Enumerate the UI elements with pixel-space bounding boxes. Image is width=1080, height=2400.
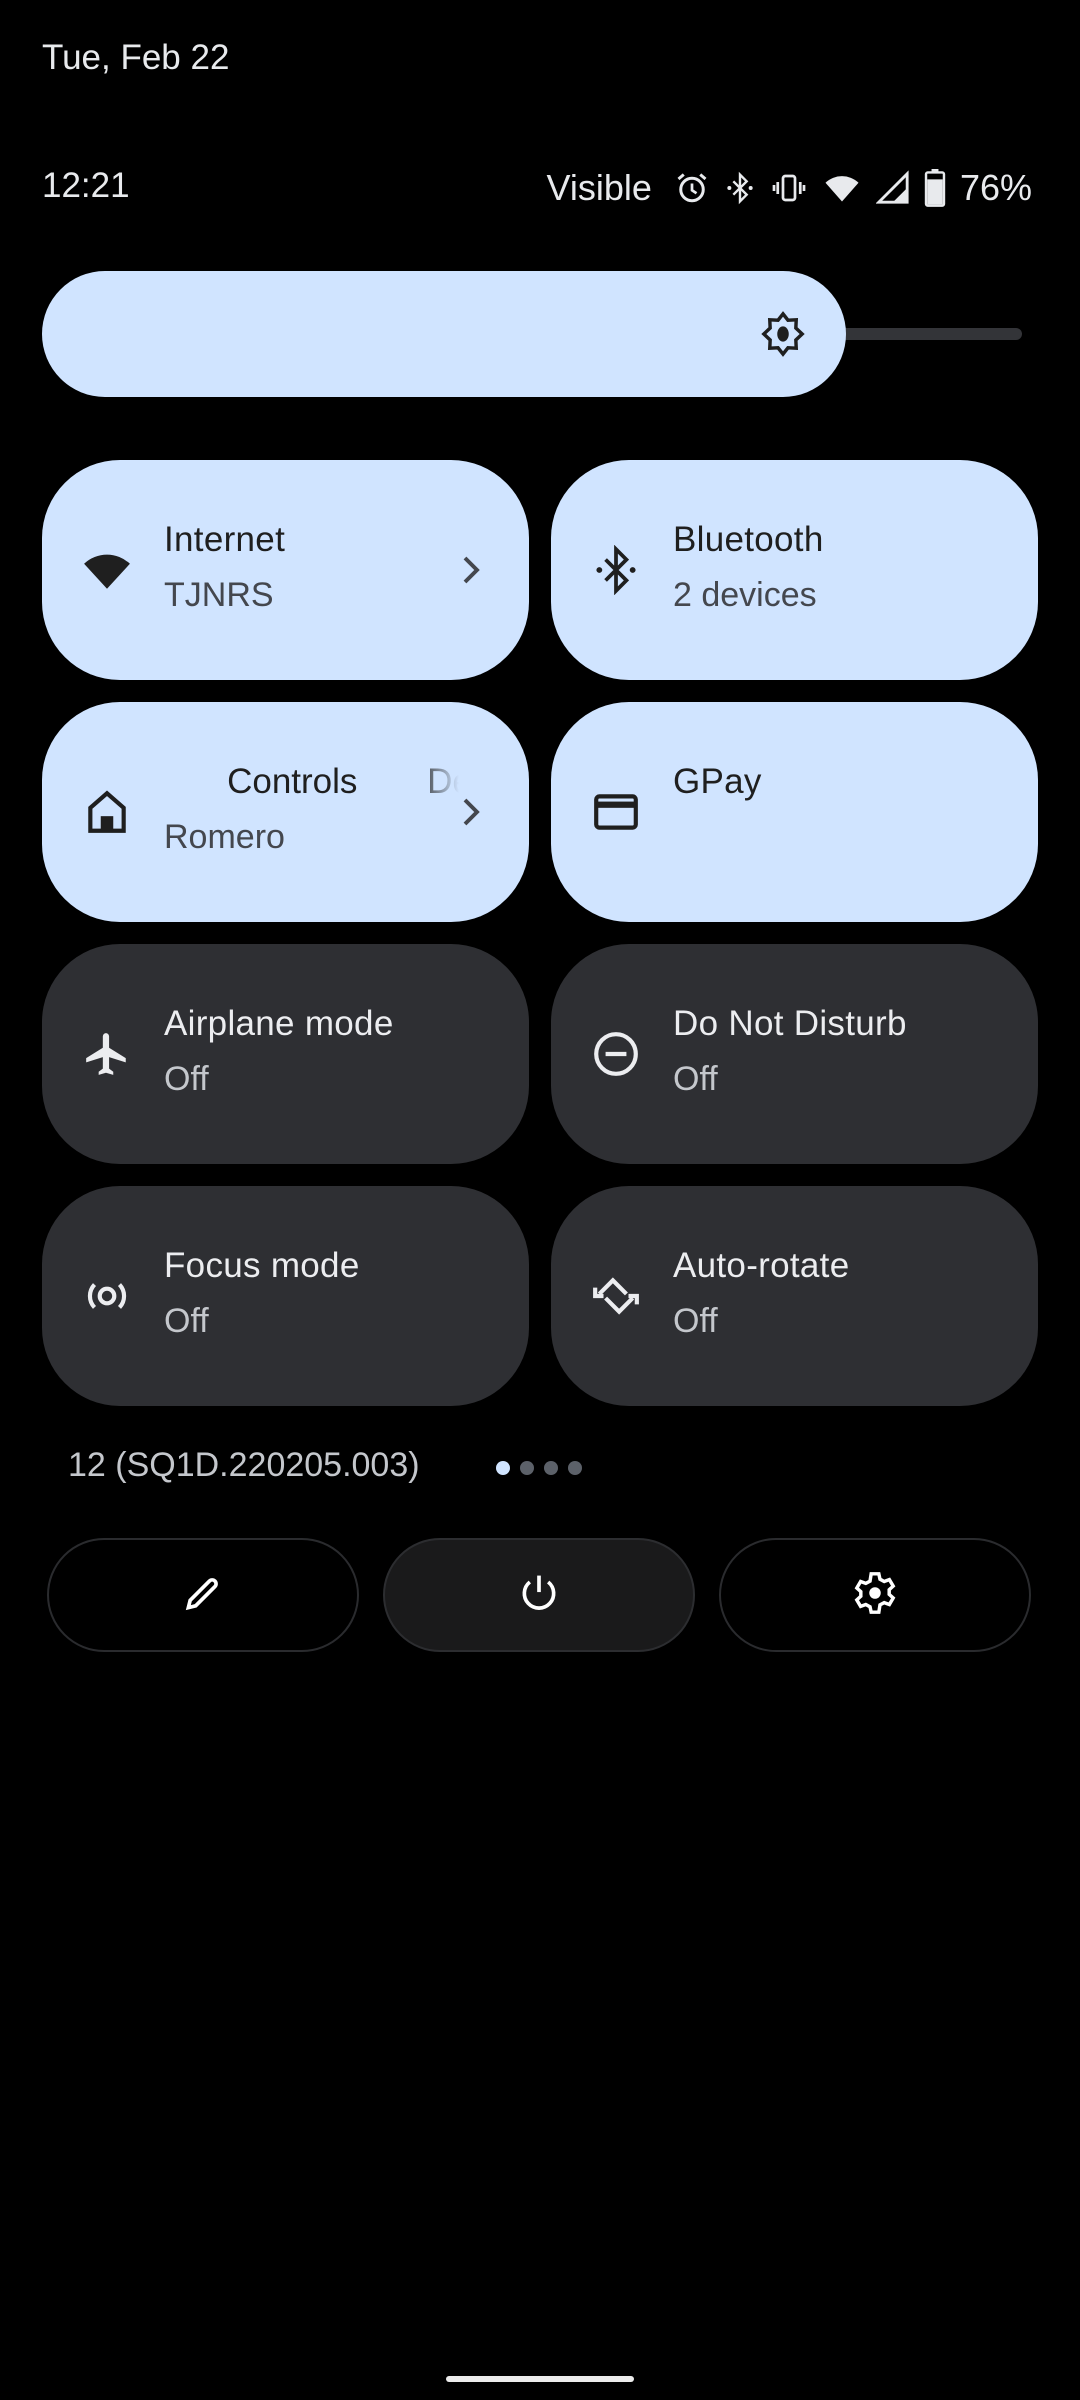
tile-label: Internet (164, 520, 286, 559)
power-button[interactable] (383, 1538, 695, 1652)
tile-internet[interactable]: Internet TJNRS (42, 460, 529, 680)
edit-button[interactable] (47, 1538, 359, 1652)
tile-subtitle: Off (164, 1060, 209, 1098)
chevron-right-icon[interactable] (453, 552, 489, 588)
tile-subtitle: 2 devices (673, 576, 817, 614)
brightness-fill[interactable] (42, 271, 846, 397)
page-indicator (496, 1461, 582, 1475)
home-icon (82, 787, 132, 837)
brightness-slider[interactable] (42, 271, 1062, 397)
page-dot[interactable] (520, 1461, 534, 1475)
tile-focus-mode[interactable]: Focus mode Off (42, 1186, 529, 1406)
status-bar-icons: Visible 76% (547, 160, 1032, 216)
brightness-icon (760, 311, 806, 357)
tile-home-controls[interactable]: Home Controls Devices Romero (42, 702, 529, 922)
power-icon (517, 1571, 561, 1620)
tile-label: Focus mode (164, 1246, 360, 1285)
page-dot-active[interactable] (496, 1461, 510, 1475)
date-label: Tue, Feb 22 (42, 38, 230, 77)
tile-subtitle: TJNRS (164, 576, 274, 614)
bluetooth-icon (591, 544, 641, 596)
page-dot[interactable] (568, 1461, 582, 1475)
tile-airplane-mode[interactable]: Airplane mode Off (42, 944, 529, 1164)
focus-mode-icon (82, 1271, 132, 1321)
tile-subtitle: Romero (164, 818, 285, 856)
page-dot[interactable] (544, 1461, 558, 1475)
alarm-icon (674, 170, 710, 206)
pencil-icon (181, 1571, 225, 1620)
tile-auto-rotate[interactable]: Auto-rotate Off (551, 1186, 1038, 1406)
vibrate-icon (770, 170, 808, 206)
gesture-nav-handle[interactable] (446, 2376, 634, 2382)
tile-gpay[interactable]: GPay (551, 702, 1038, 922)
tile-subtitle: Off (164, 1302, 209, 1340)
auto-rotate-icon (591, 1271, 641, 1321)
build-number[interactable]: 12 (SQ1D.220205.003) (68, 1446, 420, 1485)
settings-button[interactable] (719, 1538, 1031, 1652)
tile-label: Bluetooth (673, 520, 824, 559)
tile-subtitle: Off (673, 1060, 718, 1098)
tile-label: GPay (673, 762, 762, 801)
clock: 12:21 (42, 166, 130, 205)
tile-do-not-disturb[interactable]: Do Not Disturb Off (551, 944, 1038, 1164)
tile-subtitle: Off (673, 1302, 718, 1340)
carrier-label: Visible (546, 167, 652, 208)
tile-label: Do Not Disturb (673, 1004, 907, 1043)
tile-label-marquee: Home Controls Devices (164, 762, 459, 808)
cell-signal-icon (875, 170, 910, 206)
airplane-icon (82, 1029, 132, 1079)
gear-icon (852, 1570, 898, 1621)
bluetooth-icon (724, 170, 756, 206)
tile-label: Auto-rotate (673, 1246, 850, 1285)
wifi-icon (82, 545, 132, 595)
chevron-right-icon[interactable] (453, 794, 489, 830)
card-icon (591, 787, 641, 837)
brightness-track[interactable] (822, 328, 1022, 340)
wifi-icon (822, 170, 862, 206)
tile-label: Home Controls Devices (164, 762, 459, 801)
do-not-disturb-icon (591, 1029, 641, 1079)
tile-label: Airplane mode (164, 1004, 394, 1043)
battery-icon (924, 169, 946, 207)
tile-bluetooth[interactable]: Bluetooth 2 devices (551, 460, 1038, 680)
battery-percent: 76% (959, 167, 1032, 208)
